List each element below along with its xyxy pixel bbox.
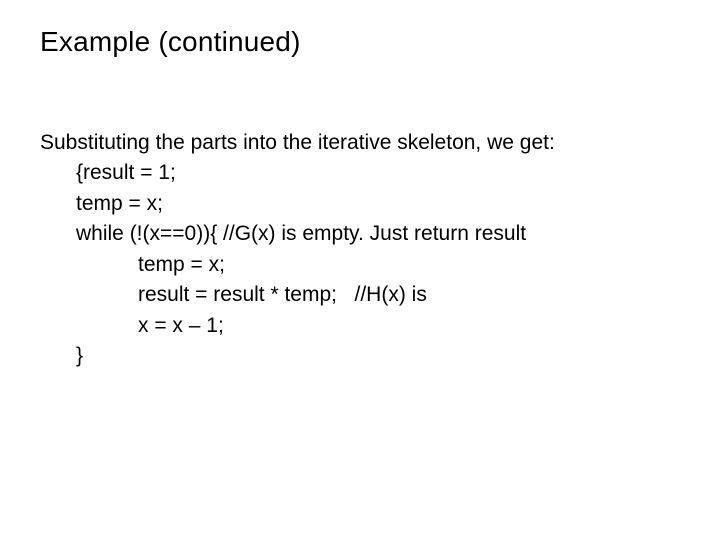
code-line-7: } — [40, 341, 680, 371]
slide: Example (continued) Substituting the par… — [0, 0, 720, 540]
code-line-3: while (!(x==0)){ //G(x) is empty. Just r… — [40, 219, 680, 249]
code-line-1: {result = 1; — [40, 158, 680, 188]
code-line-6: x = x – 1; — [40, 311, 680, 341]
slide-title: Example (continued) — [40, 26, 680, 58]
code-line-5: result = result * temp; //H(x) is — [40, 280, 680, 310]
slide-body: Substituting the parts into the iterativ… — [40, 128, 680, 372]
body-intro: Substituting the parts into the iterativ… — [40, 128, 680, 158]
code-line-4: temp = x; — [40, 250, 680, 280]
code-line-2: temp = x; — [40, 189, 680, 219]
